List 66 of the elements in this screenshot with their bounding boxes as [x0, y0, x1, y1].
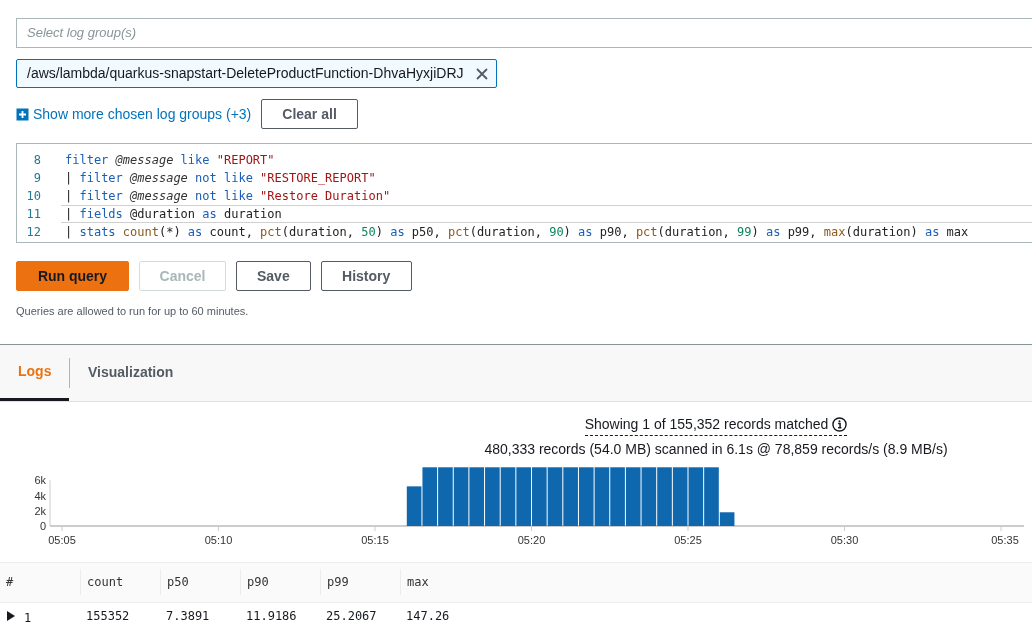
- histogram-bar: [594, 466, 610, 526]
- x-tick-label: 05:15: [361, 533, 389, 546]
- line-number: 11: [25, 206, 42, 223]
- histogram-bar: [563, 466, 578, 526]
- query-action-button[interactable]: History: [320, 261, 412, 291]
- table-cell-text: 147.26: [406, 608, 450, 625]
- table-cell-text: 11.9186: [246, 608, 297, 625]
- code-line: | fields @duration as duration: [61, 205, 1032, 223]
- histogram-bar: [641, 466, 657, 526]
- histogram-bar: [688, 466, 704, 526]
- y-tick-label: 2k: [34, 504, 46, 517]
- y-tick-label: 6k: [34, 473, 46, 486]
- x-tick-label: 05:10: [204, 533, 233, 546]
- table-cell-text: 25.2067: [326, 608, 377, 625]
- column-header: p99: [320, 569, 400, 595]
- expand-row-icon[interactable]: [6, 611, 16, 621]
- histogram-bar: [453, 466, 469, 526]
- run-query-button[interactable]: Run query: [16, 261, 129, 291]
- code-line: | filter @message not like "Restore Duration": [64, 188, 392, 205]
- close-icon[interactable]: [475, 67, 488, 80]
- line-number: 12: [25, 224, 42, 241]
- clear-all-button[interactable]: Clear all: [261, 99, 358, 129]
- y-tick-label: 4k: [34, 489, 46, 501]
- code-line: filter @message like "REPORT": [64, 152, 276, 169]
- table-cell-text: 1: [24, 610, 32, 626]
- plus-icon: [16, 107, 29, 121]
- histogram-bar: [610, 466, 625, 526]
- x-tick-label: 05:05: [48, 533, 76, 546]
- histogram-bar: [547, 466, 563, 526]
- show-more-link[interactable]: Show more chosen log groups (+3): [16, 103, 252, 125]
- x-tick-label: 05:30: [830, 533, 859, 546]
- code-line: | stats count(*) as count, pct(duration, 50) as p50, pct(duration, 90) as p90, pct(duration, 99) as p99, max(duration) as max: [64, 224, 970, 241]
- column-header: p50: [160, 569, 240, 595]
- histogram-bar: [657, 466, 672, 526]
- histogram-bar: [532, 466, 547, 526]
- table-cell-text: 155352: [86, 608, 130, 625]
- column-header: #: [5, 574, 15, 591]
- records-matched-text: Showing 1 of 155,352 records matched: [584, 414, 829, 434]
- line-number: 9: [32, 170, 42, 187]
- histogram-bar: [578, 466, 594, 526]
- log-group-name: /aws/lambda/quarkus-snapstart-DeleteProductFunction-DhvaHyxjiDRJ: [27, 64, 464, 83]
- query-action-button[interactable]: Save: [236, 261, 311, 291]
- column-header: p90: [240, 569, 320, 595]
- line-number: 8: [32, 152, 42, 169]
- column-header: count: [80, 569, 160, 595]
- info-icon[interactable]: [832, 416, 848, 432]
- records-scanned-text: 480,333 records (54.0 MB) scanned in 6.1s @ 78,859 records/s (8.9 MB/s): [484, 439, 948, 459]
- histogram-bar: [438, 466, 453, 526]
- histogram-bar: [672, 466, 688, 526]
- log-group-select[interactable]: Select log group(s): [16, 18, 1032, 48]
- histogram-bar: [469, 466, 485, 526]
- histogram-bar: [485, 466, 500, 526]
- results-tab[interactable]: Visualization: [70, 344, 192, 401]
- line-number: 10: [25, 188, 42, 205]
- histogram-bar: [500, 466, 516, 526]
- x-tick-label: 05:25: [674, 533, 702, 546]
- table-cell-text: 7.3891: [166, 608, 210, 625]
- column-header: max: [400, 569, 480, 595]
- time-limit-note: Queries are allowed to run for up to 60 minutes.: [15, 304, 250, 319]
- query-editor[interactable]: [16, 143, 1032, 243]
- histogram-bar: [516, 466, 531, 526]
- x-tick-label: 05:35: [991, 533, 1019, 546]
- x-tick-label: 05:20: [517, 533, 546, 546]
- code-line: | filter @message not like "RESTORE_REPORT": [64, 170, 377, 187]
- y-tick-label: 0: [39, 519, 46, 532]
- histogram-bar: [625, 466, 641, 526]
